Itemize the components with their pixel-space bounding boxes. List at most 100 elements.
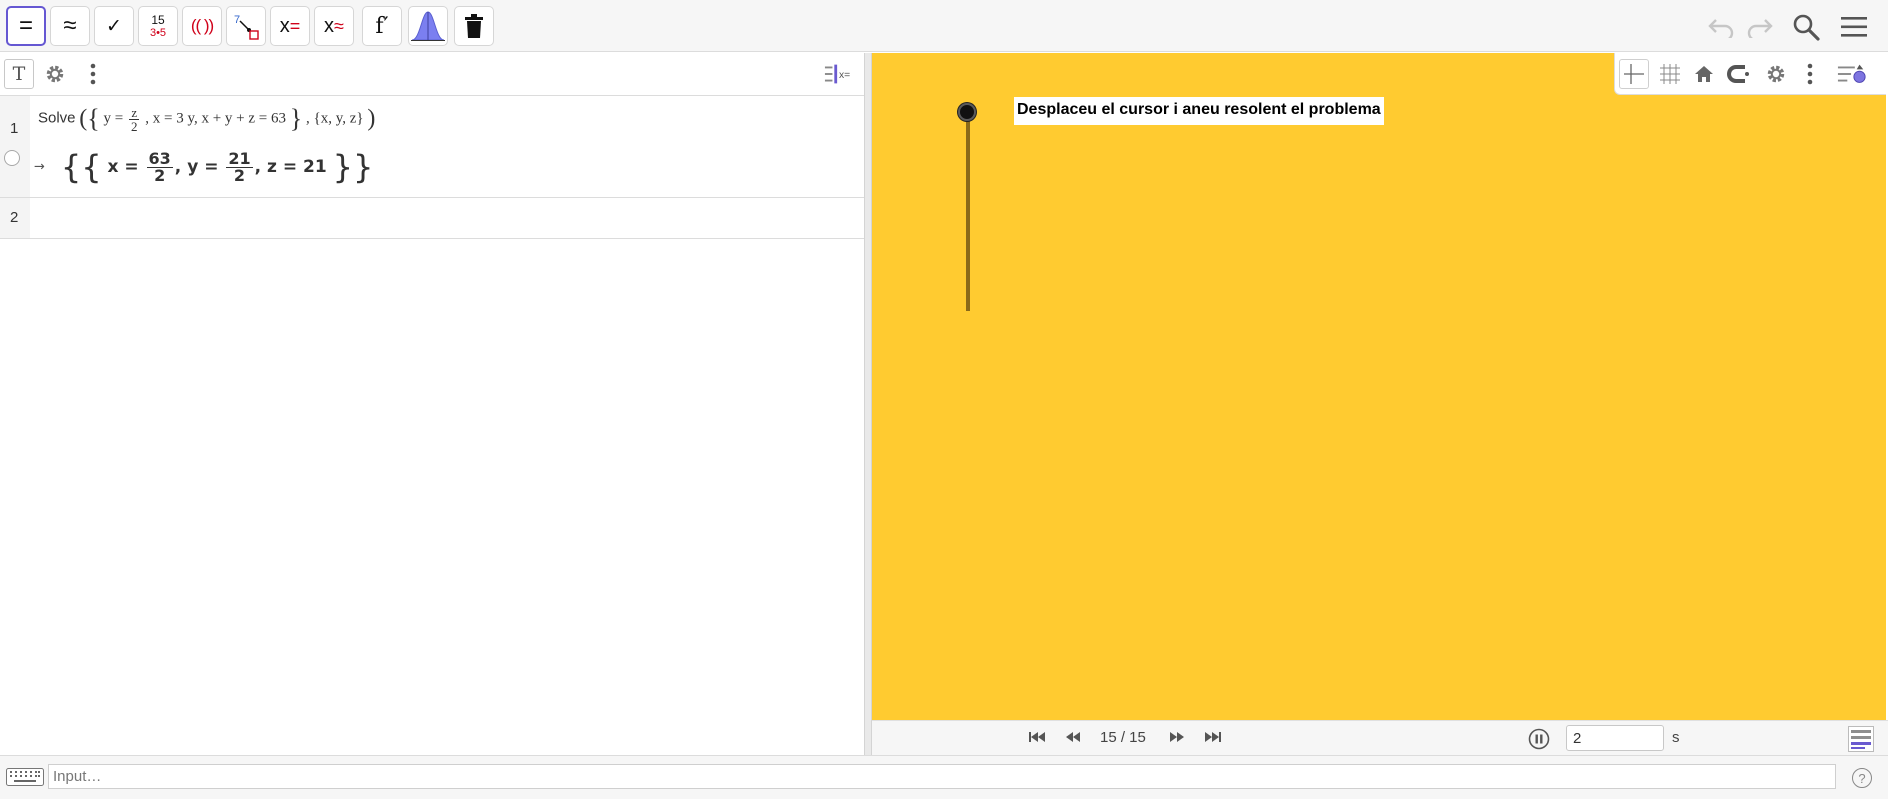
delete-tool-button[interactable]: [454, 6, 494, 46]
first-frame-button[interactable]: [1028, 730, 1046, 744]
eq1-lhs: y =: [103, 110, 124, 127]
kebab-menu-icon: [1807, 63, 1813, 85]
graphics-view[interactable]: Desplaceu el cursor i aneu resolent el p…: [872, 53, 1886, 720]
redo-button[interactable]: [1744, 11, 1776, 43]
grid-icon: [1660, 64, 1680, 84]
solve-tool-eq: =: [289, 15, 301, 36]
toggle-grid-button[interactable]: [1655, 59, 1685, 89]
gear-icon: [46, 65, 64, 83]
pause-button[interactable]: [1528, 728, 1550, 750]
search-button[interactable]: [1790, 11, 1822, 43]
row-visibility-toggle[interactable]: [4, 150, 20, 166]
home-icon: [1695, 66, 1713, 82]
graphics-style-bar: [1614, 53, 1886, 95]
gear-icon: [1767, 65, 1785, 83]
inner-brace-open: {: [81, 148, 102, 186]
cas-input-expression[interactable]: Solve ({ y = z 2 , x = 3 y, x + y + z = …: [38, 104, 375, 134]
help-button[interactable]: ?: [1852, 768, 1872, 788]
derivative-tool-label: f′: [375, 13, 389, 39]
solve-numerically-tool-button[interactable]: x ≈: [314, 6, 354, 46]
input-bar: Input… ?: [0, 755, 1888, 799]
graphics-more-button[interactable]: [1795, 59, 1825, 89]
trash-icon: [465, 14, 483, 38]
graphics-settings-button[interactable]: [1761, 59, 1791, 89]
keep-input-tool-label: ✓: [106, 15, 122, 37]
solve-variables: {x, y, z}: [313, 110, 364, 127]
cas-output-expression: → {{ x = 63 2 , y = 21 2 , z = 21 }}: [34, 148, 374, 186]
derivative-tool-button[interactable]: f′: [362, 6, 402, 46]
solve-numerically-tool-approx: ≈: [334, 15, 344, 36]
cas-row-header[interactable]: 2: [0, 198, 30, 238]
cas-row-1[interactable]: 1 Solve ({ y = z 2 , x = 3 y, x + y + z …: [0, 96, 864, 198]
solve-tool-button[interactable]: x =: [270, 6, 310, 46]
cas-settings-button[interactable]: [40, 59, 70, 89]
search-icon: [1793, 14, 1820, 41]
bell-curve-icon: [411, 11, 445, 41]
panel-splitter[interactable]: [864, 53, 872, 755]
keyboard-icon: [6, 768, 44, 786]
cas-style-bar: T x=: [0, 53, 864, 96]
text-style-button[interactable]: T: [4, 59, 34, 89]
cas-toolbar: = ≈ ✓ 15 3•5 (( )) 7 x = x ≈ f′: [0, 0, 1888, 52]
skip-to-end-icon: [1205, 732, 1221, 742]
evaluate-tool-button[interactable]: =: [6, 6, 46, 46]
style-bar-toggle-icon: [1837, 64, 1866, 83]
standard-view-button[interactable]: [1689, 59, 1719, 89]
rewind-icon: [1066, 732, 1080, 742]
factor-tool-top: 15: [151, 12, 165, 27]
toggle-algebra-input-button[interactable]: x=: [824, 59, 854, 89]
factor-tool-bottom: 3•5: [149, 26, 167, 39]
numeric-tool-button[interactable]: ≈: [50, 6, 90, 46]
y-solution-fraction: 21 2: [226, 148, 253, 185]
slider-track[interactable]: [966, 109, 970, 311]
main-menu-button[interactable]: [1838, 11, 1870, 43]
x-solution-lhs: x =: [107, 157, 139, 177]
animation-bar: 15 / 15 2 s: [872, 720, 1888, 755]
brace-open: {: [87, 104, 100, 133]
outer-brace-open: {: [60, 148, 82, 186]
eq1-numerator: z: [129, 104, 140, 120]
numeric-tool-label: ≈: [63, 12, 77, 39]
expand-tool-label: (( )): [190, 16, 214, 35]
toggle-table-of-values-button[interactable]: [1848, 726, 1874, 752]
instruction-text: Desplaceu el cursor i aneu resolent el p…: [1014, 97, 1384, 125]
toggle-style-bar-button[interactable]: [1837, 59, 1867, 89]
factor-tool-button[interactable]: 15 3•5: [138, 6, 178, 46]
undo-button[interactable]: [1705, 11, 1737, 43]
svg-text:x=: x=: [839, 70, 850, 81]
outer-brace-close: }: [352, 148, 374, 186]
virtual-keyboard-button[interactable]: [4, 766, 46, 788]
probability-calculator-button[interactable]: [408, 6, 448, 46]
solve-command: Solve: [38, 109, 76, 127]
y-solution-denominator: 2: [233, 165, 246, 185]
expand-tool-button[interactable]: (( )): [182, 6, 222, 46]
eq1-denominator: 2: [130, 118, 138, 134]
algebra-input-field[interactable]: Input…: [48, 764, 1836, 789]
kebab-menu-icon: [90, 63, 96, 85]
slider-handle[interactable]: [958, 103, 976, 121]
solve-tool-x: x: [279, 14, 290, 37]
next-frame-button[interactable]: [1168, 730, 1186, 744]
svg-text:7: 7: [234, 14, 240, 26]
z-solution: z = 21: [267, 157, 327, 177]
y-solution-numerator: 21: [226, 148, 253, 168]
cas-row-header[interactable]: 1: [0, 96, 30, 197]
text-style-icon: T: [12, 63, 26, 85]
axes-icon: [1624, 64, 1644, 84]
x-solution-numerator: 63: [146, 148, 173, 168]
animation-step-input[interactable]: 2: [1566, 725, 1664, 751]
substitute-tool-button[interactable]: 7: [226, 6, 266, 46]
cas-more-button[interactable]: [78, 59, 108, 89]
previous-frame-button[interactable]: [1064, 730, 1082, 744]
point-capturing-button[interactable]: [1723, 59, 1753, 89]
toggle-axes-button[interactable]: [1619, 59, 1649, 89]
fast-forward-icon: [1170, 732, 1184, 742]
cas-row-2[interactable]: 2: [0, 198, 864, 239]
eq1-fraction: z 2: [129, 106, 140, 133]
magnet-icon: [1727, 65, 1749, 83]
algebra-toggle-icon: x=: [824, 64, 850, 84]
pause-icon: [1528, 728, 1550, 750]
keep-input-tool-button[interactable]: ✓: [94, 6, 134, 46]
solve-numerically-tool-x: x: [324, 14, 335, 37]
last-frame-button[interactable]: [1204, 730, 1222, 744]
